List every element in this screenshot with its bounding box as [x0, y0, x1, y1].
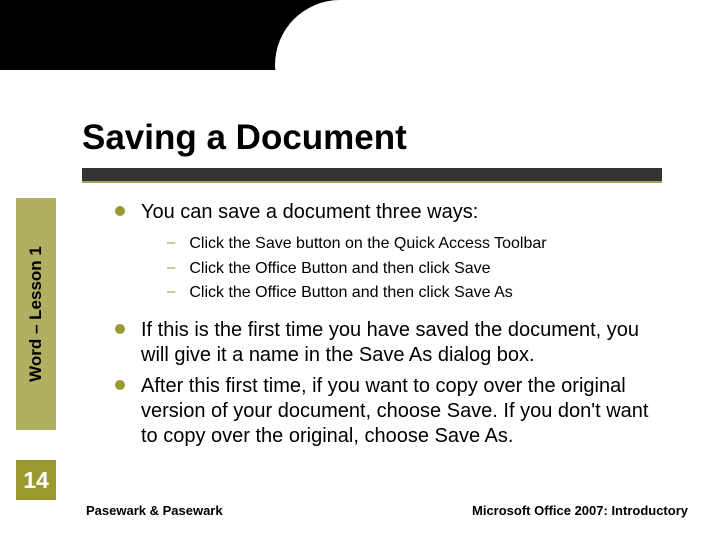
bullet-dot-icon	[115, 324, 125, 334]
corner-curve	[275, 0, 405, 130]
bullet-text: After this first time, if you want to co…	[141, 374, 663, 449]
bullet-dash-icon: –	[167, 282, 175, 304]
sub-bullet-group: – Click the Save button on the Quick Acc…	[167, 233, 663, 304]
bullet-level1: If this is the first time you have saved…	[115, 318, 663, 368]
bullet-text: If this is the first time you have saved…	[141, 318, 663, 368]
page-number-badge: 14	[16, 460, 56, 500]
bullet-dot-icon	[115, 380, 125, 390]
bullet-level1: After this first time, if you want to co…	[115, 374, 663, 449]
bullet-level2: – Click the Office Button and then click…	[167, 282, 663, 304]
page-number: 14	[23, 467, 49, 494]
sub-bullet-text: Click the Office Button and then click S…	[189, 258, 490, 280]
title-underline-dark	[82, 168, 662, 181]
sub-bullet-text: Click the Office Button and then click S…	[189, 282, 512, 304]
footer-author: Pasewark & Pasewark	[86, 503, 223, 518]
bullet-dash-icon: –	[167, 233, 175, 255]
title-underline-olive	[82, 181, 662, 183]
slide-body: You can save a document three ways: – Cl…	[115, 200, 663, 455]
bullet-level2: – Click the Save button on the Quick Acc…	[167, 233, 663, 255]
sub-bullet-text: Click the Save button on the Quick Acces…	[189, 233, 546, 255]
bullet-dot-icon	[115, 206, 125, 216]
bullet-level2: – Click the Office Button and then click…	[167, 258, 663, 280]
sidebar-lesson-badge: Word – Lesson 1	[16, 198, 56, 430]
bullet-level1: You can save a document three ways:	[115, 200, 663, 225]
bullet-text: You can save a document three ways:	[141, 200, 478, 225]
slide-title: Saving a Document	[82, 118, 407, 158]
bullet-dash-icon: –	[167, 258, 175, 280]
sidebar-label: Word – Lesson 1	[26, 246, 46, 382]
footer-book-title: Microsoft Office 2007: Introductory	[472, 503, 688, 518]
